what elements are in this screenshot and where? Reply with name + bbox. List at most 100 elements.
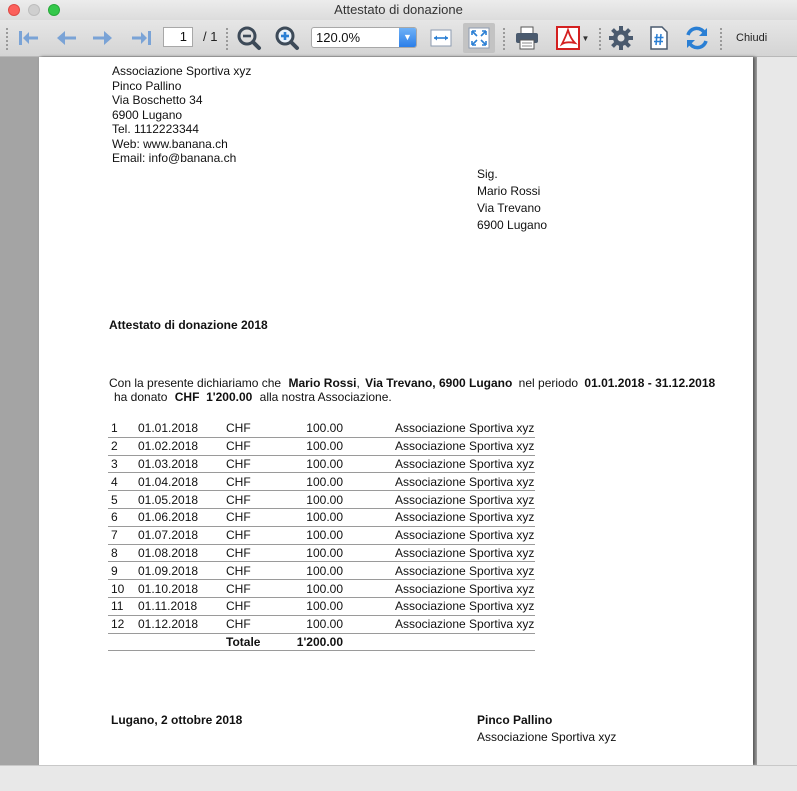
zoom-in-icon xyxy=(275,26,299,50)
donation-date: 01.06.2018 xyxy=(138,508,226,527)
sender-line: Via Boschetto 34 xyxy=(112,93,203,107)
signer-organization: Associazione Sportiva xyz xyxy=(477,730,617,744)
recipient-line: Sig. xyxy=(477,167,498,181)
zoom-out-button[interactable] xyxy=(234,23,264,53)
document-title: Attestato di donazione 2018 xyxy=(109,318,268,332)
sender-line: Pinco Pallino xyxy=(112,78,182,93)
currency: CHF xyxy=(226,472,281,492)
zoom-value: 120.0% xyxy=(316,30,361,45)
donation-date: 01.04.2018 xyxy=(138,472,226,492)
table-row: 9 01.09.2018 CHF 100.00 Associazione Sportiv… xyxy=(108,561,535,581)
body-text: alla nostra Associazione. xyxy=(259,390,392,404)
print-button[interactable] xyxy=(511,23,543,53)
currency: CHF xyxy=(226,420,281,438)
chevron-down-icon: ▼ xyxy=(399,28,416,47)
gear-icon xyxy=(609,26,633,50)
window-close-button[interactable] xyxy=(8,4,20,16)
empty-cell xyxy=(108,633,138,652)
beneficiary: Associazione Sportiva xyz xyxy=(343,490,535,509)
pdf-icon xyxy=(555,26,580,50)
currency: CHF xyxy=(226,508,281,527)
amount: 100.00 xyxy=(281,526,343,545)
zoom-in-button[interactable] xyxy=(272,23,302,53)
currency: CHF xyxy=(226,579,281,598)
arrow-left-icon xyxy=(57,31,76,45)
row-number: 4 xyxy=(108,472,138,492)
document-page: Associazione Sportiva xyz Pinco Pallino … xyxy=(39,57,753,765)
body-text: ha donato xyxy=(114,390,168,404)
donor-address: Via Trevano, 6900 Lugano xyxy=(365,376,513,390)
sender-line: 6900 Lugano xyxy=(112,107,183,122)
page-numbering-button[interactable] xyxy=(644,23,674,53)
export-pdf-button[interactable]: ▼ xyxy=(552,23,592,53)
donation-date: 01.09.2018 xyxy=(138,561,226,581)
currency: CHF xyxy=(226,490,281,509)
table-row: 7 01.07.2018 CHF 100.00 Associazione Sportiv… xyxy=(108,526,535,545)
document-viewer[interactable]: Associazione Sportiva xyz Pinco Pallino … xyxy=(0,57,797,765)
donation-date: 01.05.2018 xyxy=(138,490,226,509)
row-number: 5 xyxy=(108,490,138,509)
body-text: nel periodo xyxy=(518,376,579,390)
donor-name: Mario Rossi xyxy=(288,376,357,390)
body-text: , xyxy=(356,376,360,390)
page-total: / 1 xyxy=(203,29,218,44)
next-page-button[interactable] xyxy=(88,23,118,53)
beneficiary: Associazione Sportiva xyz xyxy=(343,615,535,634)
last-page-icon xyxy=(132,31,151,45)
sender-line: Email: info@banana.ch xyxy=(112,151,237,165)
first-page-button[interactable] xyxy=(14,23,44,53)
zoom-select[interactable]: 120.0% ▼ xyxy=(311,27,417,48)
beneficiary: Associazione Sportiva xyz xyxy=(343,472,535,492)
amount: 100.00 xyxy=(281,561,343,581)
refresh-button[interactable] xyxy=(682,23,712,53)
page-number-input[interactable]: 1 xyxy=(163,27,193,47)
sender-line: Associazione Sportiva xyz xyxy=(112,64,252,78)
amount: 100.00 xyxy=(281,490,343,509)
toolbar-separator xyxy=(599,28,602,50)
window-minimize-button[interactable] xyxy=(28,4,40,16)
amount: 100.00 xyxy=(281,472,343,492)
total-value: 1'200.00 xyxy=(281,633,343,652)
fit-page-button[interactable] xyxy=(463,23,495,53)
table-row: 4 01.04.2018 CHF 100.00 Associazione Sportiv… xyxy=(108,472,535,492)
recipient-line: Via Trevano xyxy=(477,201,541,215)
fit-width-button[interactable] xyxy=(426,23,456,53)
currency: CHF xyxy=(226,437,281,456)
sender-line: Web: www.banana.ch xyxy=(112,136,228,151)
donation-amount: CHF 1'200.00 xyxy=(174,390,253,404)
first-page-icon xyxy=(19,31,38,45)
toolbar-separator xyxy=(720,28,723,50)
donation-date: 01.02.2018 xyxy=(138,437,226,456)
row-number: 7 xyxy=(108,526,138,545)
beneficiary: Associazione Sportiva xyz xyxy=(343,526,535,545)
table-row: 6 01.06.2018 CHF 100.00 Associazione Sportiv… xyxy=(108,508,535,527)
amount: 100.00 xyxy=(281,437,343,456)
refresh-icon xyxy=(686,26,708,50)
donations-table: 1 01.01.2018 CHF 100.00 Associazione Sportiv… xyxy=(108,420,535,652)
beneficiary: Associazione Sportiva xyz xyxy=(343,420,535,438)
toolbar-separator xyxy=(503,28,506,50)
table-row: 10 01.10.2018 CHF 100.00 Associazione Sporti… xyxy=(108,579,535,598)
recipient-line: 6900 Lugano xyxy=(477,218,548,232)
recipient-line: Mario Rossi xyxy=(477,184,541,198)
previous-page-button[interactable] xyxy=(51,23,81,53)
amount: 100.00 xyxy=(281,455,343,474)
beneficiary: Associazione Sportiva xyz xyxy=(343,579,535,598)
table-row: 3 01.03.2018 CHF 100.00 Associazione Sportiv… xyxy=(108,455,535,474)
scroll-area[interactable] xyxy=(757,57,797,765)
settings-button[interactable] xyxy=(606,23,636,53)
amount: 100.00 xyxy=(281,508,343,527)
signer-name: Pinco Pallino xyxy=(477,713,553,727)
currency: CHF xyxy=(226,526,281,545)
last-page-button[interactable] xyxy=(126,23,156,53)
toolbar-separator xyxy=(226,28,229,50)
arrow-right-icon xyxy=(93,31,112,45)
printer-icon xyxy=(516,26,538,50)
body-line-1: Con la presente dichiariamo che Mario Ro… xyxy=(109,376,715,391)
close-button[interactable]: Chiudi xyxy=(736,32,767,44)
toolbar: 1 / 1 120.0% ▼ ▼ Chiudi xyxy=(0,20,797,57)
row-number: 9 xyxy=(108,561,138,581)
window-titlebar: Attestato di donazione xyxy=(0,0,797,20)
window-maximize-button[interactable] xyxy=(48,4,60,16)
fit-page-icon xyxy=(468,27,490,49)
